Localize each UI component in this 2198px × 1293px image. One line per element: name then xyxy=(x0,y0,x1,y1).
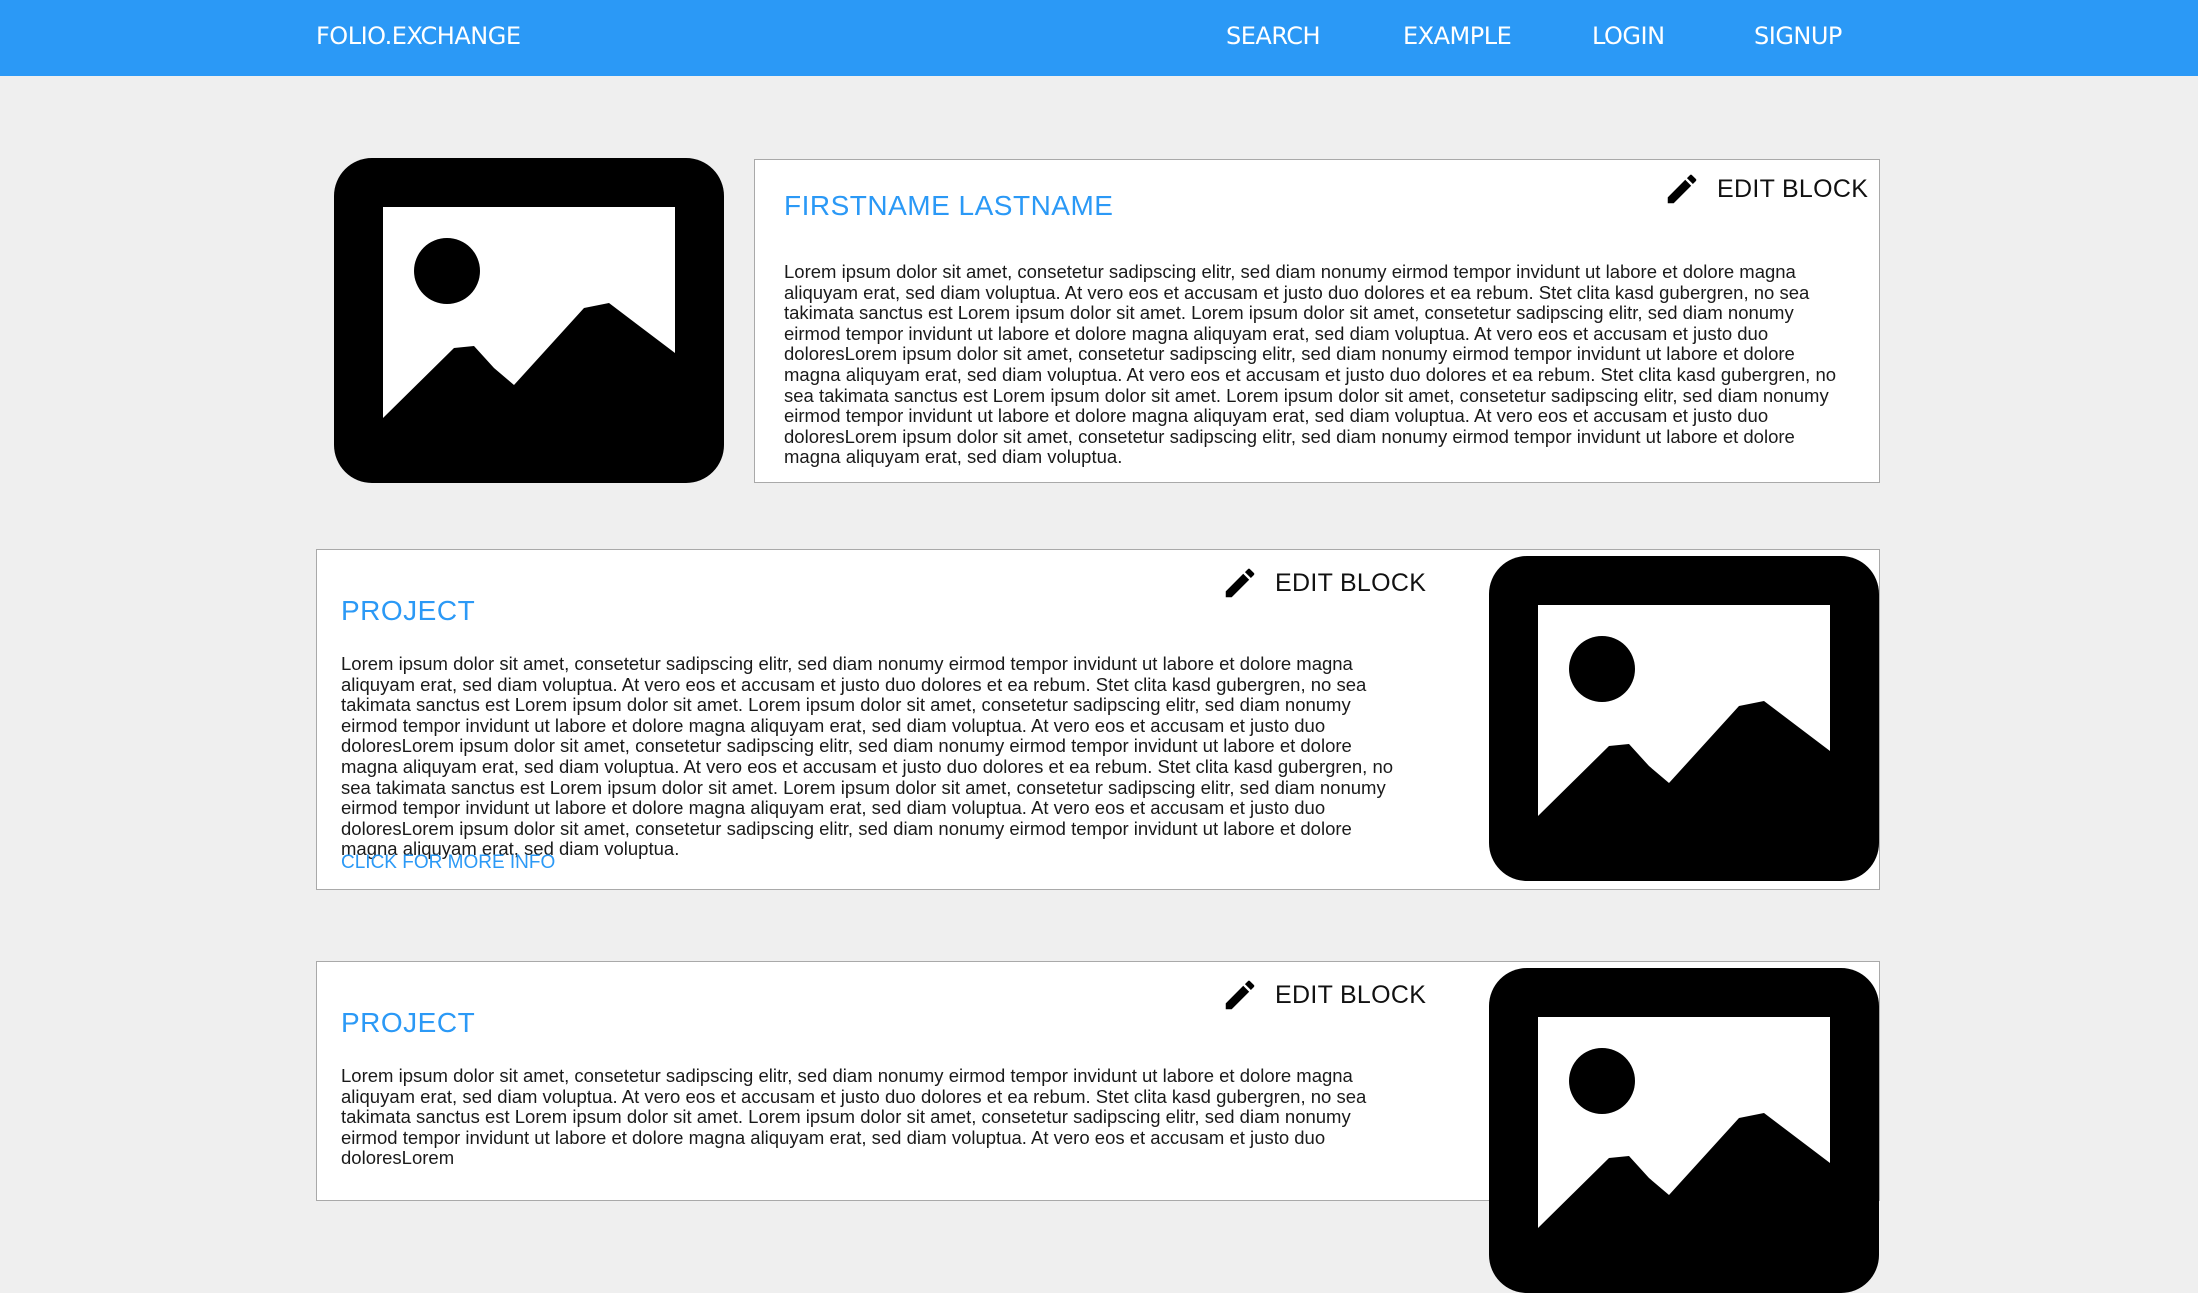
pencil-icon xyxy=(1667,174,1697,204)
nav-example[interactable]: EXAMPLE xyxy=(1403,22,1512,50)
edit-block-label: EDIT BLOCK xyxy=(1717,174,1869,203)
nav-login[interactable]: LOGIN xyxy=(1592,22,1665,50)
edit-block-button[interactable]: EDIT BLOCK xyxy=(1663,170,1868,208)
project-image-icon xyxy=(1489,556,1879,881)
pencil-icon xyxy=(1225,980,1255,1010)
project-image-icon xyxy=(1489,968,1879,1293)
profile-bio: Lorem ipsum dolor sit amet, consetetur s… xyxy=(784,261,1837,468)
project-card: EDIT BLOCK PROJECT Lorem ipsum dolor sit… xyxy=(316,961,1880,1293)
project-title: PROJECT xyxy=(341,595,476,626)
project-card: EDIT BLOCK PROJECT Lorem ipsum dolor sit… xyxy=(316,549,1880,890)
brand-logo[interactable]: FOLIO.EXCHANGE xyxy=(316,22,521,50)
more-info-link[interactable]: CLICK FOR MORE INFO xyxy=(341,852,555,874)
profile-card: EDIT BLOCK FIRSTNAME LASTNAME Lorem ipsu… xyxy=(754,159,1880,483)
edit-block-button[interactable]: EDIT BLOCK xyxy=(1221,564,1426,602)
project-title: PROJECT xyxy=(341,1007,476,1038)
project-description: Lorem ipsum dolor sit amet, consetetur s… xyxy=(341,653,1394,860)
profile-image-icon xyxy=(334,158,724,483)
edit-block-label: EDIT BLOCK xyxy=(1275,980,1427,1009)
nav-search[interactable]: SEARCH xyxy=(1226,22,1321,50)
edit-block-button[interactable]: EDIT BLOCK xyxy=(1221,976,1426,1014)
nav-signup[interactable]: SIGNUP xyxy=(1754,22,1842,50)
top-navbar: FOLIO.EXCHANGE SEARCH EXAMPLE LOGIN SIGN… xyxy=(0,0,2198,76)
project-description: Lorem ipsum dolor sit amet, consetetur s… xyxy=(341,1065,1367,1169)
edit-block-label: EDIT BLOCK xyxy=(1275,568,1427,597)
profile-name: FIRSTNAME LASTNAME xyxy=(784,190,1114,221)
pencil-icon xyxy=(1225,568,1255,598)
